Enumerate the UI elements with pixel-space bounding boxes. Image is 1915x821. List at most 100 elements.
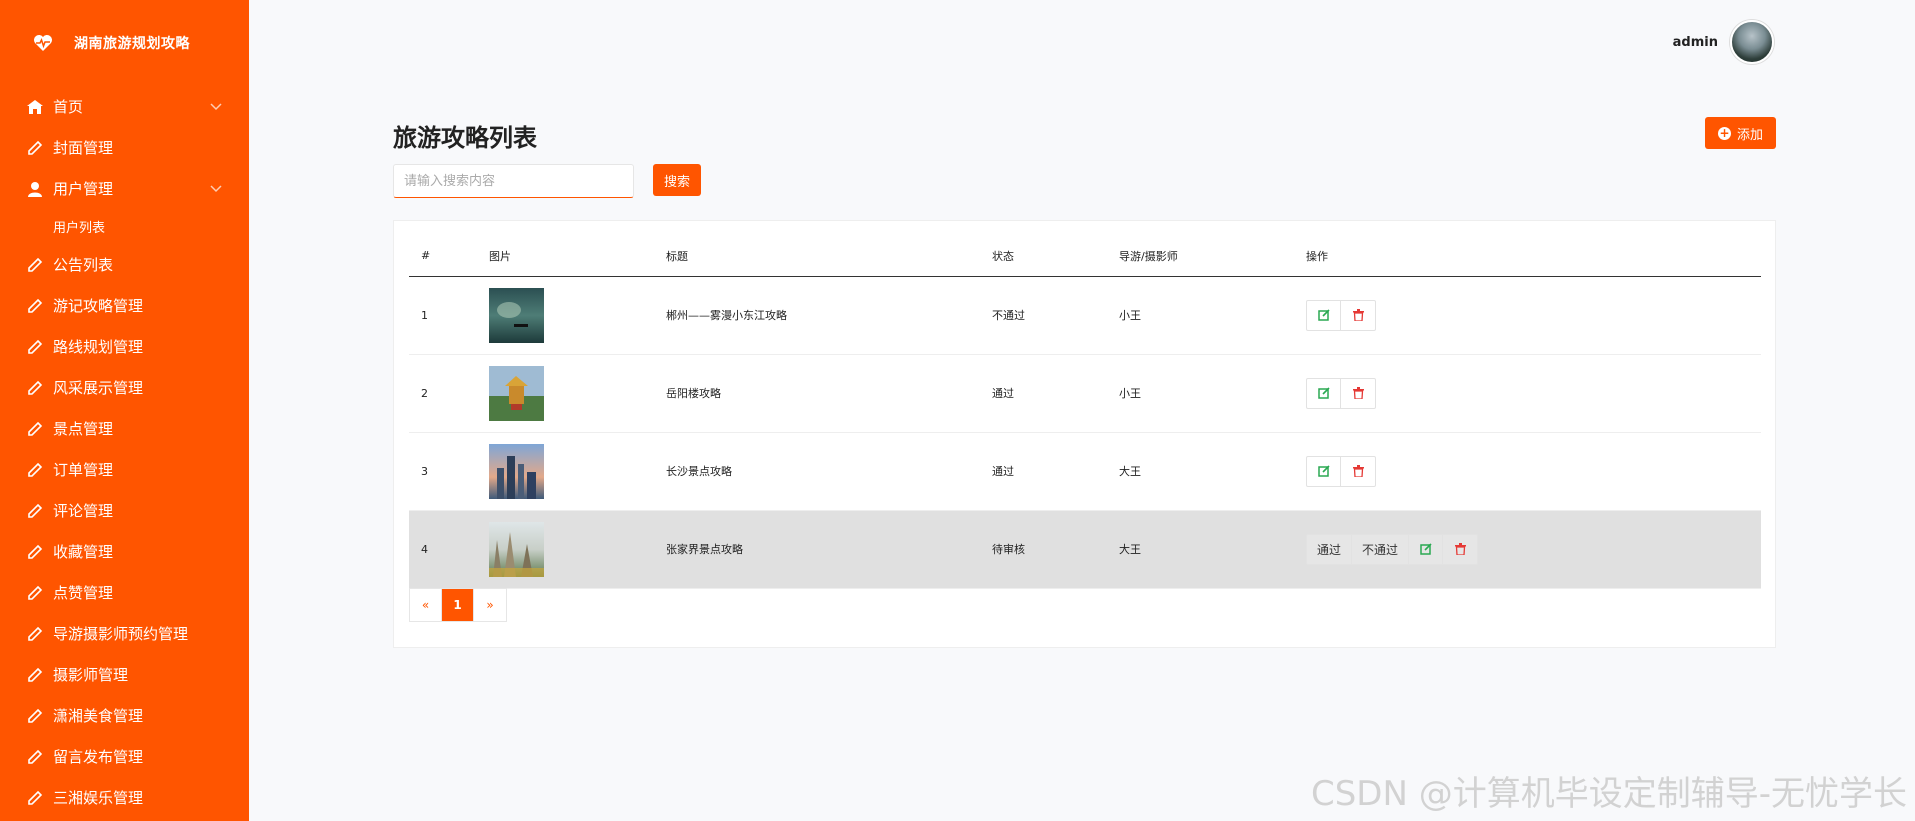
sidebar-item-showcase[interactable]: 风采展示管理 <box>0 367 249 408</box>
sidebar-item-users[interactable]: 用户管理 <box>0 168 249 209</box>
table-panel: # 图片 标题 状态 导游/摄影师 操作 1 郴州——雾漫小东江攻略 不通过 小… <box>393 220 1776 648</box>
sidebar-item-label: 收藏管理 <box>53 543 114 561</box>
sidebar-item-comments[interactable]: 评论管理 <box>0 490 249 531</box>
table-row: 2 岳阳楼攻略 通过 小王 <box>409 354 1761 433</box>
row-status: 通过 <box>992 432 1119 511</box>
approve-button[interactable]: 通过 <box>1307 534 1353 564</box>
col-header-status: 状态 <box>992 236 1119 277</box>
sidebar: 湖南旅游规划攻略 首页 封面管理 用户管理 用户列表 公告列表 游记攻略管理 路… <box>0 0 249 821</box>
sidebar-item-label: 订单管理 <box>53 461 114 479</box>
sidebar-item-entertainment[interactable]: 三湘娱乐管理 <box>0 777 249 818</box>
sidebar-item-label: 摄影师管理 <box>53 666 129 684</box>
sidebar-item-label: 留言发布管理 <box>53 748 144 766</box>
brand[interactable]: 湖南旅游规划攻略 <box>32 32 190 54</box>
col-header-guide: 导游/摄影师 <box>1119 236 1306 277</box>
col-header-image: 图片 <box>489 236 666 277</box>
avatar[interactable] <box>1730 20 1774 64</box>
page-button-current[interactable]: 1 <box>442 589 474 621</box>
sidebar-item-likes[interactable]: 点赞管理 <box>0 572 249 613</box>
pencil-icon <box>26 461 44 479</box>
delete-button[interactable] <box>1341 457 1375 486</box>
sidebar-item-orders[interactable]: 订单管理 <box>0 449 249 490</box>
pencil-icon <box>26 707 44 725</box>
heart-pulse-icon <box>32 32 54 54</box>
row-actions <box>1306 455 1376 487</box>
search-input[interactable] <box>393 164 634 198</box>
sidebar-item-home[interactable]: 首页 <box>0 86 249 127</box>
trash-icon <box>1352 387 1364 399</box>
prev-page-button[interactable]: « <box>410 589 442 621</box>
edit-icon <box>1317 387 1330 399</box>
thumbnail-image <box>489 521 544 577</box>
sidebar-subitem-user-list[interactable]: 用户列表 <box>0 209 249 244</box>
delete-button[interactable] <box>1341 301 1375 330</box>
edit-button[interactable] <box>1307 300 1341 330</box>
sidebar-item-attractions[interactable]: 景点管理 <box>0 408 249 449</box>
thumbnail-image <box>489 365 544 421</box>
sidebar-item-label: 潇湘美食管理 <box>53 707 144 725</box>
row-index: 2 <box>409 354 489 433</box>
sidebar-item-label: 封面管理 <box>53 139 114 157</box>
pencil-icon <box>26 297 44 315</box>
pencil-icon <box>26 139 44 157</box>
row-index: 1 <box>409 276 489 355</box>
pencil-icon <box>26 502 44 520</box>
sidebar-item-label: 风采展示管理 <box>53 379 144 397</box>
sidebar-item-label: 用户管理 <box>53 180 114 198</box>
sidebar-item-routes[interactable]: 路线规划管理 <box>0 326 249 367</box>
thumbnail-image <box>489 443 544 499</box>
sidebar-nav: 首页 封面管理 用户管理 用户列表 公告列表 游记攻略管理 路线规划管理 风采展… <box>0 86 249 818</box>
col-header-title: 标题 <box>666 236 992 277</box>
sidebar-item-photographers[interactable]: 摄影师管理 <box>0 654 249 695</box>
reject-button[interactable]: 不通过 <box>1352 534 1410 564</box>
edit-icon <box>1317 309 1330 321</box>
edit-icon <box>1419 543 1432 555</box>
chevron-down-icon <box>210 185 222 193</box>
sidebar-item-favorites[interactable]: 收藏管理 <box>0 531 249 572</box>
guide-table: # 图片 标题 状态 导游/摄影师 操作 1 郴州——雾漫小东江攻略 不通过 小… <box>409 236 1761 589</box>
user-menu[interactable]: admin <box>1673 20 1774 64</box>
edit-button[interactable] <box>1307 456 1341 486</box>
row-index: 4 <box>409 510 489 589</box>
trash-icon <box>1352 465 1364 477</box>
pencil-icon <box>26 379 44 397</box>
search-button[interactable]: 搜索 <box>653 164 701 196</box>
row-actions: 通过 不通过 <box>1306 533 1479 565</box>
pencil-icon <box>26 256 44 274</box>
sidebar-item-label: 路线规划管理 <box>53 338 144 356</box>
pencil-icon <box>26 543 44 561</box>
add-button[interactable]: + 添加 <box>1705 117 1776 149</box>
table-row: 1 郴州——雾漫小东江攻略 不通过 小王 <box>409 276 1761 355</box>
sidebar-item-notices[interactable]: 公告列表 <box>0 244 249 285</box>
username: admin <box>1672 34 1718 50</box>
next-page-button[interactable]: » <box>474 589 506 621</box>
row-title: 岳阳楼攻略 <box>666 354 992 433</box>
sidebar-item-label: 游记攻略管理 <box>53 297 144 315</box>
row-title: 郴州——雾漫小东江攻略 <box>666 276 992 355</box>
row-guide: 小王 <box>1119 354 1306 433</box>
sidebar-item-cover[interactable]: 封面管理 <box>0 127 249 168</box>
row-guide: 大王 <box>1119 510 1306 589</box>
table-header-row: # 图片 标题 状态 导游/摄影师 操作 <box>409 236 1761 277</box>
delete-button[interactable] <box>1443 535 1477 564</box>
pencil-icon <box>26 584 44 602</box>
sidebar-item-label: 公告列表 <box>53 256 114 274</box>
sidebar-item-label: 首页 <box>53 98 84 116</box>
sidebar-item-label: 景点管理 <box>53 420 114 438</box>
sidebar-item-messages[interactable]: 留言发布管理 <box>0 736 249 777</box>
table-row: 3 长沙景点攻略 通过 大王 <box>409 432 1761 511</box>
pagination: « 1 » <box>409 588 507 622</box>
add-button-label: 添加 <box>1736 127 1763 143</box>
table-row: 4 张家界景点攻略 待审核 大王 通过 不通过 <box>409 510 1761 589</box>
pencil-icon <box>26 748 44 766</box>
trash-icon <box>1454 543 1466 555</box>
edit-button[interactable] <box>1409 534 1444 564</box>
sidebar-item-bookings[interactable]: 导游摄影师预约管理 <box>0 613 249 654</box>
watermark: CSDN @计算机毕设定制辅导-无忧学长 <box>1310 774 1907 814</box>
edit-button[interactable] <box>1307 378 1341 408</box>
sidebar-item-food[interactable]: 潇湘美食管理 <box>0 695 249 736</box>
pencil-icon <box>26 789 44 807</box>
sidebar-item-travel-guides[interactable]: 游记攻略管理 <box>0 285 249 326</box>
delete-button[interactable] <box>1341 379 1375 408</box>
page-title: 旅游攻略列表 <box>393 124 537 152</box>
